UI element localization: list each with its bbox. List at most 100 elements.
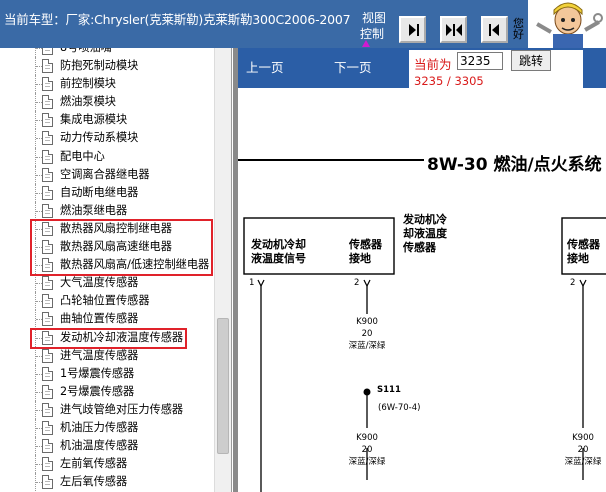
document-icon <box>42 276 53 291</box>
page-jump-box: 当前为 跳转 3235 / 3305 <box>409 50 583 88</box>
greeting-text: 您 好 <box>513 17 524 41</box>
split-arrows-icon <box>445 23 462 36</box>
tree-item[interactable]: 1号爆震传感器 <box>0 364 214 383</box>
tree-item[interactable]: 2号爆震传感器 <box>0 382 214 401</box>
pin2-number: 2 <box>354 278 360 288</box>
document-icon <box>42 95 53 110</box>
tree-item[interactable]: 前控制模块 <box>0 75 214 94</box>
tree-item-label: 凸轮轴位置传感器 <box>60 294 150 308</box>
tree-scrollbar[interactable] <box>214 48 231 492</box>
tree-item-label: 大气温度传感器 <box>60 276 139 290</box>
highlight-box <box>30 219 213 276</box>
tree-guide-line <box>35 48 36 58</box>
tree-item[interactable]: 集成电源模块 <box>0 111 214 130</box>
document-icon <box>42 348 53 363</box>
document-icon <box>42 167 53 182</box>
document-icon <box>42 77 53 92</box>
arrow-right-bar-icon <box>408 23 419 36</box>
page-nav-strip: 上一页 下一页 当前为 跳转 3235 / 3305 <box>238 48 606 88</box>
tree-item[interactable]: 左后氧传感器 <box>0 473 214 492</box>
tree-item-label: 机油压力传感器 <box>60 420 139 434</box>
show-both-button[interactable] <box>440 16 467 43</box>
tree-item[interactable]: 机油温度传感器 <box>0 437 214 456</box>
tree-item-label: 集成电源模块 <box>60 113 128 127</box>
tree-item[interactable]: 进气温度传感器 <box>0 346 214 365</box>
tree-item[interactable]: 机油压力传感器 <box>0 418 214 438</box>
document-icon <box>42 131 53 146</box>
tree-item-label: 燃油泵继电器 <box>60 203 128 217</box>
prev-page-link[interactable]: 上一页 <box>246 57 284 76</box>
mechanic-mascot-icon <box>528 0 606 48</box>
tree-item[interactable]: 配电中心 <box>0 147 214 166</box>
highlight-box <box>30 328 187 349</box>
wire3-label: K900 20 深蓝/深绿 <box>564 433 602 467</box>
tree-item-label: 左前氧传感器 <box>60 457 128 471</box>
document-icon <box>42 420 53 435</box>
tree-item-label: 进气温度传感器 <box>60 348 139 362</box>
tree-item[interactable]: 左前氧传感器 <box>0 455 214 474</box>
tree-item[interactable]: 燃油泵模块 <box>0 93 214 112</box>
document-icon <box>42 402 53 417</box>
current-page-label: 当前为 <box>414 57 452 72</box>
document-icon <box>42 294 53 309</box>
tree-item-label: 配电中心 <box>60 149 105 163</box>
component-tree-panel: 8号喷油嘴防抱死制动模块前控制模块燃油泵模块集成电源模块动力传动系模块配电中心空… <box>0 48 232 492</box>
document-icon <box>42 457 53 472</box>
diagram-viewer: 上一页 下一页 当前为 跳转 3235 / 3305 <box>233 48 606 492</box>
document-icon <box>42 312 53 327</box>
diagram-heading: 8W-30 燃油/点火系统 <box>427 155 602 175</box>
show-right-button[interactable] <box>399 16 426 43</box>
tree-item-label: 动力传动系模块 <box>60 131 139 145</box>
wire2-label: K900 20 深蓝/深绿 <box>348 433 386 467</box>
header-bar: 当前车型：厂家:Chrysler(克莱斯勒)克莱斯勒300C2006-2007 … <box>0 0 606 48</box>
wire1-label: K900 20 深蓝/深绿 <box>348 317 386 351</box>
page-count: 3235 / 3305 <box>414 74 484 88</box>
tree-item-label: 8号喷油嘴 <box>60 48 112 56</box>
tree-item-label: 燃油泵模块 <box>60 95 116 109</box>
document-icon <box>42 185 53 200</box>
tree-item[interactable]: 大气温度传感器 <box>0 274 214 293</box>
page-number-input[interactable] <box>457 52 503 70</box>
splice-ref: (6W-70-4) <box>378 403 421 413</box>
jump-button[interactable]: 跳转 <box>511 50 551 71</box>
tree-item[interactable]: 凸轮轴位置传感器 <box>0 292 214 311</box>
tree-item-label: 1号爆震传感器 <box>60 366 135 380</box>
tree-item[interactable]: 防抱死制动模块 <box>0 57 214 76</box>
pin3-number: 2 <box>570 278 576 288</box>
tree-item[interactable]: 燃油泵继电器 <box>0 201 214 220</box>
document-icon <box>42 203 53 218</box>
sensor-name-label: 发动机冷 却液温度 传感器 <box>403 213 447 254</box>
document-icon <box>42 475 53 490</box>
col1-label: 发动机冷却 液温度信号 <box>251 238 306 265</box>
tree-item[interactable]: 8号喷油嘴 <box>0 48 214 58</box>
document-icon <box>42 439 53 454</box>
tree-item[interactable]: 曲轴位置传感器 <box>0 310 214 329</box>
document-icon <box>42 149 53 164</box>
document-icon <box>42 113 53 128</box>
tree-item[interactable]: 空调离合器继电器 <box>0 165 214 184</box>
tree-scrollbar-thumb[interactable] <box>217 318 229 454</box>
tree-item-label: 左后氧传感器 <box>60 475 128 489</box>
next-page-link[interactable]: 下一页 <box>334 57 372 76</box>
tree-item[interactable]: 自动断电继电器 <box>0 183 214 202</box>
document-icon <box>42 384 53 399</box>
document-icon <box>42 366 53 381</box>
tree-item[interactable]: 进气歧管绝对压力传感器 <box>0 400 214 419</box>
view-control-label-1: 视图 <box>362 11 387 25</box>
tree-item[interactable]: 动力传动系模块 <box>0 129 214 148</box>
document-icon <box>42 59 53 74</box>
arrow-left-bar-icon <box>488 23 499 36</box>
wiring-diagram: 8W-30 燃油/点火系统 发动机冷却 液温度信号 传感器 接地 发动机冷 却液… <box>238 88 606 492</box>
document-icon <box>42 48 53 55</box>
current-model-title: 当前车型：厂家:Chrysler(克莱斯勒)克莱斯勒300C2006-2007 <box>4 12 351 27</box>
show-left-button[interactable] <box>481 16 508 43</box>
tree-item-label: 2号爆震传感器 <box>60 384 135 398</box>
pin1-number: 1 <box>249 278 255 288</box>
tree-item-label: 进气歧管绝对压力传感器 <box>60 402 184 416</box>
app-window: 当前车型：厂家:Chrysler(克莱斯勒)克莱斯勒300C2006-2007 … <box>0 0 606 492</box>
tree-item-label: 机油温度传感器 <box>60 439 139 453</box>
tree-item-label: 前控制模块 <box>60 77 116 91</box>
tree-item-label: 曲轴位置传感器 <box>60 312 139 326</box>
col3-label: 传感器 接地 <box>567 238 600 265</box>
splice-label: S111 <box>377 385 401 395</box>
